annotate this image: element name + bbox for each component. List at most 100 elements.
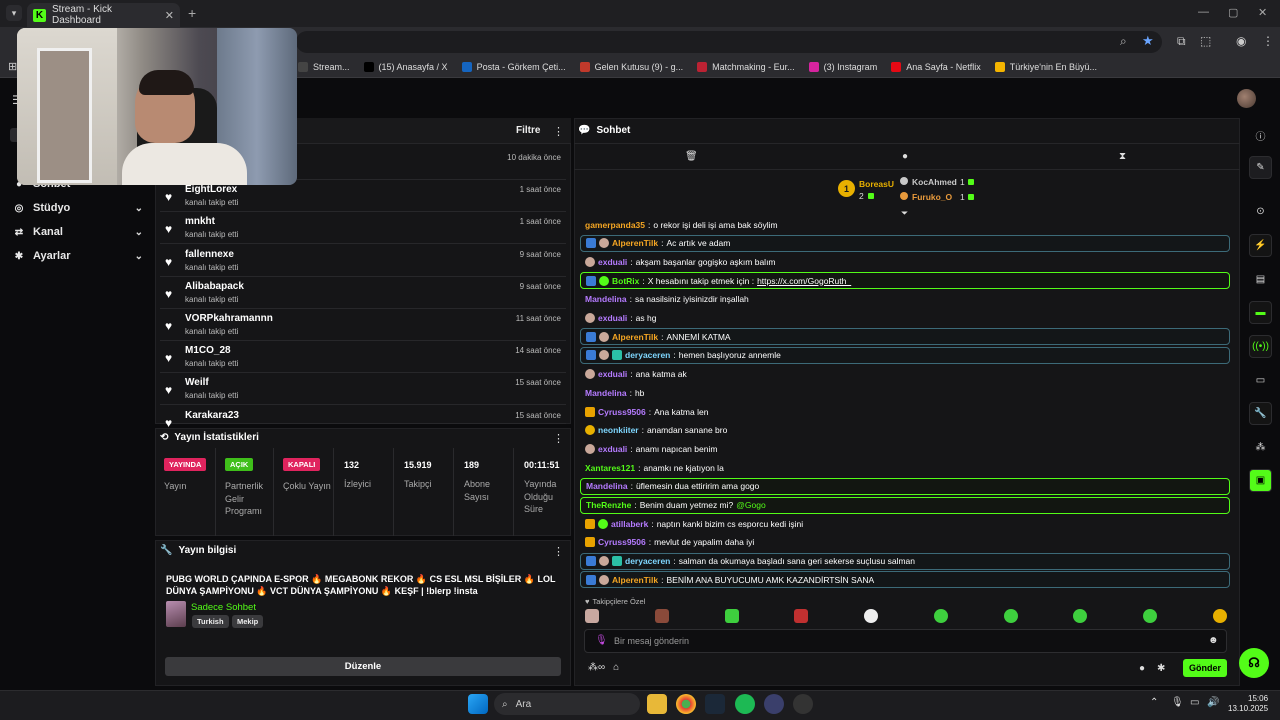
steam-icon[interactable] <box>705 694 725 714</box>
volume-icon[interactable]: 🔊 <box>1207 697 1219 708</box>
chat-username[interactable]: deryaceren <box>625 350 670 360</box>
minimize-icon[interactable]: — <box>1198 6 1209 18</box>
close-window-icon[interactable]: ✕ <box>1258 6 1267 19</box>
chat-username[interactable]: neonkiiter <box>598 425 639 435</box>
bookmark-item[interactable]: (3) Instagram <box>808 61 877 72</box>
chrome-icon[interactable] <box>676 694 696 714</box>
share-icon[interactable]: ⁂ <box>1249 436 1272 459</box>
emote-icon[interactable] <box>724 609 739 623</box>
activity-user[interactable]: Weilf <box>185 377 209 388</box>
bookmark-item[interactable]: Gelen Kutusu (9) - g... <box>579 61 683 72</box>
store-icon[interactable]: ⌂ <box>613 662 619 673</box>
activity-user[interactable]: mnkht <box>185 216 215 227</box>
emote-icon[interactable] <box>585 609 599 623</box>
browser-tab-active[interactable]: K Stream - Kick Dashboard ✕ <box>27 3 180 27</box>
emote-icon[interactable] <box>864 609 879 623</box>
chat-username[interactable]: atillaberk <box>611 519 648 529</box>
emote-icon[interactable] <box>1003 609 1018 623</box>
emote-icon[interactable] <box>1073 609 1088 623</box>
app-icon[interactable] <box>793 694 813 714</box>
wrench-rail-icon[interactable]: 🔧 <box>1249 402 1272 425</box>
chat-rail-icon[interactable]: ▬ <box>1249 301 1272 324</box>
chat-username[interactable]: BotRix <box>612 276 639 286</box>
bookmark-star-icon[interactable]: ★ <box>1142 33 1154 49</box>
trash-icon[interactable]: 🗑 <box>685 151 698 162</box>
activity-kebab-icon[interactable]: ⋮ <box>553 125 564 138</box>
chat-username[interactable]: Xantares121 <box>585 463 635 473</box>
emote-icon[interactable] <box>654 609 669 623</box>
close-tab-icon[interactable]: ✕ <box>165 9 174 22</box>
activity-user[interactable]: EightLorex <box>185 184 237 195</box>
info-icon[interactable]: ⓘ <box>1249 124 1272 147</box>
pencil-icon[interactable]: ✎ <box>1249 156 1272 179</box>
tray-chevron-icon[interactable]: ⌃ <box>1150 697 1158 708</box>
user-avatar[interactable] <box>1237 89 1256 108</box>
maximize-icon[interactable]: ▢ <box>1228 6 1238 19</box>
chat-link[interactable]: https://x.com/GogoRuth_ <box>757 276 851 286</box>
chat-mode-icon[interactable]: ● <box>902 151 908 162</box>
bookmark-item[interactable]: Posta - Görkem Çeti... <box>461 61 566 72</box>
spotify-icon[interactable] <box>735 694 755 714</box>
activity-user[interactable]: fallennexe <box>185 249 234 260</box>
chat-username[interactable]: AlperenTilk <box>612 575 658 585</box>
browser-menu-icon[interactable]: ⋮ <box>1262 34 1274 48</box>
chat-username[interactable]: exduali <box>598 257 627 267</box>
emote-icon[interactable] <box>1212 609 1227 623</box>
lightning-icon[interactable]: ⚡ <box>1249 234 1272 257</box>
bookmark-item[interactable]: (15) Anasayfa / X <box>363 61 448 72</box>
bookmark-item[interactable]: Türkiye'nin En Büyü... <box>994 61 1097 72</box>
chat-username[interactable]: Cyruss9506 <box>598 537 646 547</box>
chat-username[interactable]: AlperenTilk <box>612 332 658 342</box>
tab-search-icon[interactable]: ▾ <box>6 5 22 21</box>
chat-username[interactable]: gamerpanda35 <box>585 220 645 230</box>
bookmark-item[interactable]: Stream... <box>298 61 350 72</box>
chat-username[interactable]: AlperenTilk <box>612 238 658 248</box>
emote-icon[interactable] <box>933 609 948 623</box>
document-icon[interactable]: ▤ <box>1249 268 1272 291</box>
send-button[interactable]: Gönder <box>1183 659 1227 677</box>
slow-mode-icon[interactable]: ⧗ <box>1119 151 1126 162</box>
bot-icon[interactable]: ▣ <box>1249 469 1272 492</box>
emote-icon[interactable] <box>794 609 809 623</box>
info-kebab-icon[interactable]: ⋮ <box>553 545 564 558</box>
extensions-puzzle-icon[interactable]: ⬚ <box>1200 34 1211 48</box>
profile-icon[interactable]: ◉ <box>1236 34 1246 48</box>
activity-user[interactable]: Alibabapack <box>185 281 244 292</box>
activity-user[interactable]: VORPkahramannn <box>185 313 273 324</box>
chat-username[interactable]: exduali <box>598 369 627 379</box>
camera-icon[interactable]: ⊙ <box>1249 200 1272 223</box>
address-bar[interactable] <box>296 31 1162 53</box>
app-icon[interactable] <box>764 694 784 714</box>
taskbar-search[interactable]: ⌕ Ara <box>494 693 640 715</box>
chat-username[interactable]: Mandelina <box>585 294 627 304</box>
apps-grid-icon[interactable]: ⊞ <box>8 60 17 73</box>
display-icon[interactable]: ▭ <box>1190 697 1199 708</box>
activity-user[interactable]: Karakara23 <box>185 410 239 421</box>
chat-username[interactable]: Cyruss9506 <box>598 407 646 417</box>
emoji-picker-icon[interactable]: ☻ <box>1208 635 1219 646</box>
microphone-icon[interactable]: 🎙 <box>595 635 608 646</box>
chat-mention[interactable]: @Gogo <box>736 500 765 510</box>
support-headset-icon[interactable]: ☊ <box>1239 648 1269 678</box>
bookmark-item[interactable]: Ana Sayfa - Netflix <box>891 61 981 72</box>
points-icon[interactable]: ⁂∞ <box>588 662 605 673</box>
chat-username[interactable]: Mandelina <box>585 388 627 398</box>
chat-settings-gear-icon[interactable]: ✱ <box>1157 663 1165 674</box>
layout-icon[interactable]: ▭ <box>1249 369 1272 392</box>
sidebar-item-channel[interactable]: ⇄ Kanal ⌄ <box>13 223 143 241</box>
chat-username[interactable]: deryaceren <box>625 556 670 566</box>
taskbar-clock[interactable]: 15:06 13.10.2025 <box>1228 694 1268 714</box>
filter-button[interactable]: Filtre <box>516 125 540 136</box>
chat-username[interactable]: Mandelina <box>586 481 628 491</box>
extension-icon[interactable]: ⧉ <box>1177 34 1186 49</box>
category-link[interactable]: Sadece Sohbet <box>191 602 256 613</box>
broadcast-icon[interactable]: ((•)) <box>1249 335 1272 358</box>
sidebar-item-studio[interactable]: ◎ Stüdyo ⌄ <box>13 199 143 217</box>
file-explorer-icon[interactable] <box>647 694 667 714</box>
new-tab-icon[interactable]: + <box>188 5 196 21</box>
zoom-icon[interactable]: ⌕ <box>1120 34 1127 49</box>
bookmark-item[interactable]: Matchmaking - Eur... <box>697 61 795 72</box>
emote-icon[interactable] <box>1143 609 1158 623</box>
chat-icon[interactable]: ● <box>1139 663 1145 674</box>
chat-username[interactable]: exduali <box>598 444 627 454</box>
